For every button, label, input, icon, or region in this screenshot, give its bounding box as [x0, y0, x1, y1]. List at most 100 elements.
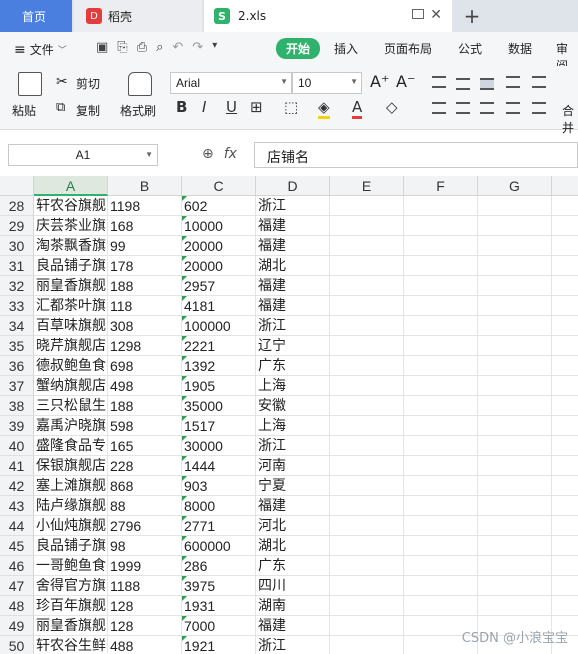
empty-cell[interactable]	[478, 296, 552, 316]
align-bottom-icon[interactable]	[480, 78, 494, 90]
cell-b[interactable]: 1198	[108, 196, 182, 216]
empty-cell[interactable]	[404, 236, 478, 256]
cell-b[interactable]: 1999	[108, 556, 182, 576]
cell-c[interactable]: 2771	[182, 516, 256, 536]
paste-icon[interactable]	[18, 72, 42, 96]
menu-tab-page-layout[interactable]: 页面布局	[384, 40, 432, 57]
row-header[interactable]: 48	[0, 596, 34, 616]
clear-format-icon[interactable]: ◇	[386, 98, 398, 116]
select-all-corner[interactable]	[0, 176, 34, 196]
empty-cell[interactable]	[330, 556, 404, 576]
empty-cell[interactable]	[404, 356, 478, 376]
empty-cell[interactable]	[552, 576, 578, 596]
empty-cell[interactable]	[478, 196, 552, 216]
row-header[interactable]: 45	[0, 536, 34, 556]
empty-cell[interactable]	[552, 356, 578, 376]
empty-cell[interactable]	[478, 436, 552, 456]
name-box[interactable]: A1 ▼	[8, 144, 158, 166]
row-header[interactable]: 35	[0, 336, 34, 356]
bold-icon[interactable]: B	[176, 98, 187, 116]
cell-b[interactable]: 498	[108, 376, 182, 396]
column-header-f[interactable]: F	[404, 176, 478, 196]
empty-cell[interactable]	[552, 476, 578, 496]
cell-d[interactable]: 上海	[256, 376, 330, 396]
copy-icon[interactable]: ⧉	[56, 100, 65, 115]
cell-b[interactable]: 598	[108, 416, 182, 436]
empty-cell[interactable]	[330, 236, 404, 256]
cell-c[interactable]: 35000	[182, 396, 256, 416]
zoom-icon[interactable]: ⊕	[202, 146, 214, 162]
menu-tab-home[interactable]: 开始	[276, 38, 321, 59]
cell-c[interactable]: 100000	[182, 316, 256, 336]
empty-cell[interactable]	[404, 496, 478, 516]
column-header-g[interactable]: G	[478, 176, 552, 196]
cell-a[interactable]: 一哥鲍鱼食	[34, 556, 108, 576]
column-header-a[interactable]: A	[34, 176, 108, 196]
cell-d[interactable]: 安徽	[256, 396, 330, 416]
export-icon[interactable]: ⎘	[117, 40, 127, 55]
customize-icon[interactable]: ▾	[212, 40, 217, 55]
empty-cell[interactable]	[330, 456, 404, 476]
empty-cell[interactable]	[478, 396, 552, 416]
empty-cell[interactable]	[552, 376, 578, 396]
cell-c[interactable]: 1931	[182, 596, 256, 616]
empty-cell[interactable]	[404, 536, 478, 556]
tab-spreadsheet[interactable]: S 2.xls ✕	[204, 0, 452, 32]
align-right-icon[interactable]	[480, 102, 494, 114]
cell-b[interactable]: 1298	[108, 336, 182, 356]
empty-cell[interactable]	[404, 276, 478, 296]
cell-d[interactable]: 广东	[256, 356, 330, 376]
cell-d[interactable]: 湖北	[256, 536, 330, 556]
cell-b[interactable]: 98	[108, 536, 182, 556]
font-size-select[interactable]: 10 ▼	[292, 72, 362, 94]
empty-cell[interactable]	[330, 276, 404, 296]
empty-cell[interactable]	[330, 216, 404, 236]
print-preview-icon[interactable]: ⌕	[156, 40, 163, 55]
undo-icon[interactable]: ↶	[172, 40, 183, 55]
cell-c[interactable]: 10000	[182, 216, 256, 236]
font-name-select[interactable]: Arial ▼	[170, 72, 292, 94]
row-header[interactable]: 36	[0, 356, 34, 376]
formula-input[interactable]: 店铺名	[254, 142, 578, 168]
tab-home[interactable]: 首页	[0, 0, 72, 32]
empty-cell[interactable]	[552, 196, 578, 216]
empty-cell[interactable]	[552, 536, 578, 556]
cell-d[interactable]: 湖北	[256, 256, 330, 276]
cell-b[interactable]: 488	[108, 636, 182, 654]
function-icon[interactable]: fx	[224, 146, 237, 162]
save-icon[interactable]: ▣	[96, 40, 108, 55]
empty-cell[interactable]	[552, 216, 578, 236]
distribute-icon[interactable]	[532, 102, 546, 114]
row-header[interactable]: 38	[0, 396, 34, 416]
cell-d[interactable]: 福建	[256, 296, 330, 316]
cell-d[interactable]: 浙江	[256, 316, 330, 336]
empty-cell[interactable]	[404, 376, 478, 396]
empty-cell[interactable]	[478, 496, 552, 516]
empty-cell[interactable]	[330, 316, 404, 336]
cell-d[interactable]: 河北	[256, 516, 330, 536]
cell-b[interactable]: 698	[108, 356, 182, 376]
cut-button[interactable]: 剪切	[76, 75, 100, 92]
empty-cell[interactable]	[552, 556, 578, 576]
column-header-d[interactable]: D	[256, 176, 330, 196]
fill-color-icon[interactable]: ◈	[318, 98, 330, 119]
row-header[interactable]: 34	[0, 316, 34, 336]
justify-icon[interactable]	[506, 102, 520, 114]
empty-cell[interactable]	[552, 256, 578, 276]
empty-cell[interactable]	[552, 496, 578, 516]
row-header[interactable]: 39	[0, 416, 34, 436]
cell-c[interactable]: 1444	[182, 456, 256, 476]
empty-cell[interactable]	[330, 616, 404, 636]
cell-d[interactable]: 浙江	[256, 196, 330, 216]
empty-cell[interactable]	[404, 336, 478, 356]
decrease-indent-icon[interactable]	[506, 76, 520, 88]
cell-c[interactable]: 8000	[182, 496, 256, 516]
empty-cell[interactable]	[552, 336, 578, 356]
cell-c[interactable]: 286	[182, 556, 256, 576]
empty-cell[interactable]	[478, 516, 552, 536]
row-header[interactable]: 50	[0, 636, 34, 654]
cell-d[interactable]: 辽宁	[256, 336, 330, 356]
cell-b[interactable]: 868	[108, 476, 182, 496]
empty-cell[interactable]	[552, 596, 578, 616]
cell-a[interactable]: 晓芹旗舰店	[34, 336, 108, 356]
